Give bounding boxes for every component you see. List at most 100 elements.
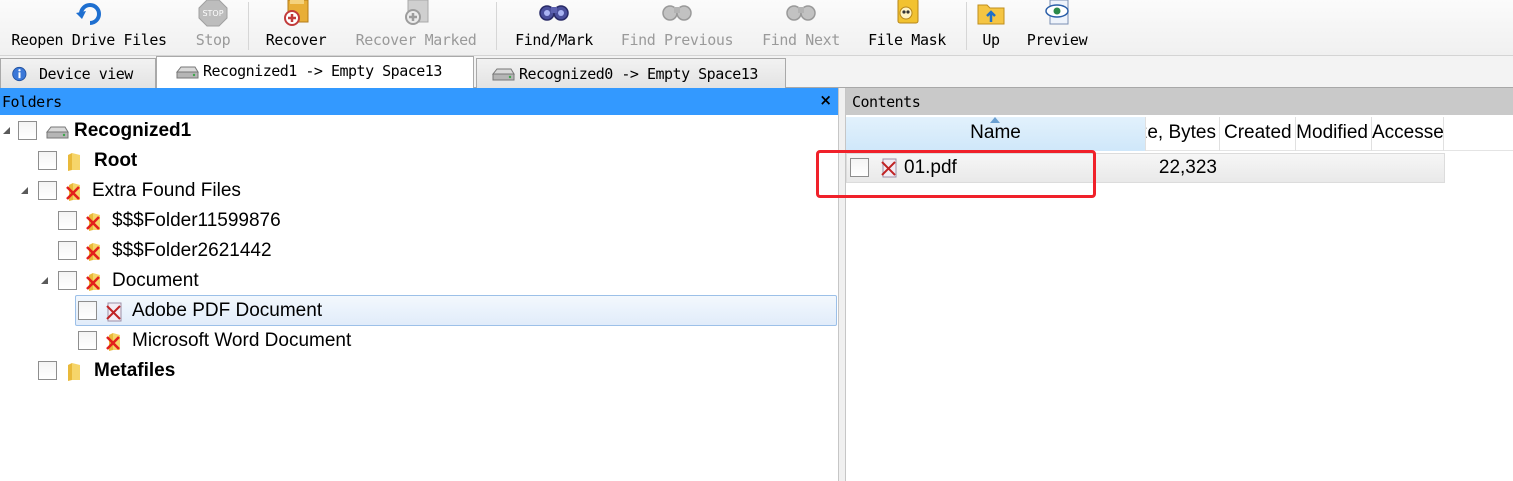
column-header-label: Size, Bytes (1146, 122, 1216, 143)
drive-icon (175, 66, 199, 79)
tree-item-extra-found-files[interactable]: Extra Found Files (0, 176, 400, 206)
folders-panel-header: Folders × (0, 88, 838, 115)
contents-panel: Contents Name Size, Bytes Created Modifi… (846, 88, 1513, 481)
tree-checkbox[interactable] (78, 331, 97, 350)
tree-checkbox[interactable] (78, 301, 97, 320)
tree-item-label: Document (112, 270, 199, 291)
preview-label: Preview (1026, 31, 1088, 49)
stop-label: Stop (195, 31, 231, 49)
column-header-modified[interactable]: Modified (1296, 117, 1372, 151)
tree-item-folder2[interactable]: $$$Folder2621442 (0, 236, 400, 266)
sort-ascending-icon (990, 117, 1000, 123)
stop-button[interactable]: STOP Stop (190, 0, 236, 54)
close-icon[interactable]: × (819, 91, 832, 109)
tab-bar: Device view Recognized1 -> Empty Space13… (0, 56, 1513, 88)
contents-panel-title: Contents (852, 93, 921, 111)
file-name: 01.pdf (904, 157, 957, 178)
column-header-row: Name Size, Bytes Created Modified Access… (846, 117, 1513, 151)
tree-checkbox[interactable] (58, 271, 77, 290)
tree-checkbox[interactable] (38, 181, 57, 200)
contents-panel-header: Contents (846, 88, 1513, 115)
panel-splitter[interactable] (838, 88, 846, 481)
folders-panel-title: Folders (2, 93, 62, 111)
tree-item-folder1[interactable]: $$$Folder11599876 (0, 206, 400, 236)
deleted-file-icon (881, 158, 897, 178)
tree-item-label: $$$Folder11599876 (112, 210, 281, 231)
deleted-folder-icon (106, 333, 120, 351)
recover-icon (284, 0, 309, 26)
find-mark-button[interactable]: Find/Mark (510, 0, 598, 54)
file-checkbox[interactable] (850, 158, 869, 177)
recover-marked-label: Recover Marked (355, 31, 477, 49)
tree-item-recognized1[interactable]: Recognized1 (0, 116, 400, 146)
column-header-created[interactable]: Created (1220, 117, 1296, 151)
find-next-icon (786, 5, 816, 21)
tree-item-label: Recognized1 (74, 120, 192, 141)
preview-button[interactable]: Preview (1022, 0, 1092, 54)
tree-item-adobe-pdf[interactable]: Adobe PDF Document (75, 295, 837, 326)
tree-checkbox[interactable] (58, 241, 77, 260)
toolbar-separator (248, 2, 249, 50)
reopen-drive-files-label: Reopen Drive Files (11, 31, 167, 49)
tree-item-label: Microsoft Word Document (132, 330, 352, 351)
recover-button[interactable]: Recover (262, 0, 330, 54)
file-mask-label: File Mask (868, 31, 946, 49)
tree-item-label: Extra Found Files (92, 180, 241, 201)
expand-arrow-icon[interactable] (2, 126, 12, 136)
tab-device-view-label: Device view (39, 65, 133, 83)
column-header-label: Created (1224, 122, 1292, 143)
tree-checkbox[interactable] (38, 361, 57, 380)
tab-recognized1-label: Recognized1 -> Empty Space13 (203, 62, 442, 80)
drive-icon (491, 68, 515, 81)
column-header-size[interactable]: Size, Bytes (1146, 117, 1220, 151)
expand-arrow-icon[interactable] (40, 276, 50, 286)
folder-up-icon (977, 4, 1005, 25)
tree-item-document[interactable]: Document (0, 266, 400, 296)
toolbar-separator (496, 2, 497, 50)
file-mask-button[interactable]: File Mask (862, 0, 952, 54)
preview-eye-icon (1045, 0, 1069, 25)
recover-marked-icon (405, 0, 429, 25)
recover-label: Recover (265, 31, 327, 49)
tree-checkbox[interactable] (18, 121, 37, 140)
tree-item-label: Adobe PDF Document (132, 300, 323, 321)
deleted-file-icon (106, 302, 122, 322)
tab-recognized0-label: Recognized0 -> Empty Space13 (519, 65, 758, 83)
up-button[interactable]: Up (974, 0, 1008, 54)
file-row[interactable]: 01.pdf 22,323 (846, 153, 1445, 183)
tab-device-view[interactable]: Device view (0, 58, 156, 88)
tree-item-metafiles[interactable]: Metafiles (0, 356, 400, 386)
column-header-name[interactable]: Name (846, 117, 1146, 151)
find-next-label: Find Next (762, 31, 840, 49)
toolbar: Reopen Drive Files STOP Stop Recover Rec… (0, 0, 1513, 56)
deleted-folder-icon (86, 273, 100, 291)
up-label: Up (982, 31, 1000, 49)
column-header-accessed[interactable]: Accessed (1372, 117, 1444, 151)
tree-checkbox[interactable] (58, 211, 77, 230)
tree-item-ms-word[interactable]: Microsoft Word Document (0, 326, 400, 356)
find-previous-label: Find Previous (620, 31, 734, 49)
tree-item-root[interactable]: Root (0, 146, 400, 176)
find-previous-button[interactable]: Find Previous (614, 0, 740, 54)
file-mask-icon (897, 0, 919, 24)
tree-item-label: Metafiles (94, 360, 176, 381)
tree-checkbox[interactable] (38, 151, 57, 170)
recover-marked-button[interactable]: Recover Marked (350, 0, 482, 54)
drive-icon (45, 126, 69, 139)
deleted-folder-icon (86, 243, 100, 261)
file-size: 22,323 (1158, 157, 1217, 178)
tab-recognized0[interactable]: Recognized0 -> Empty Space13 (476, 58, 786, 88)
refresh-icon (76, 3, 101, 25)
tree-item-label: $$$Folder2621442 (112, 240, 272, 261)
find-mark-label: Find/Mark (515, 31, 593, 49)
expand-arrow-icon[interactable] (20, 186, 30, 196)
find-next-button[interactable]: Find Next (756, 0, 846, 54)
column-header-label: Modified (1296, 122, 1368, 143)
info-icon (12, 66, 27, 82)
tab-recognized1[interactable]: Recognized1 -> Empty Space13 (156, 56, 474, 88)
column-header-label: Name (970, 122, 1021, 143)
reopen-drive-files-button[interactable]: Reopen Drive Files (4, 0, 174, 54)
folder-icon (68, 363, 80, 381)
binoculars-icon (539, 5, 569, 21)
find-previous-icon (662, 5, 692, 21)
